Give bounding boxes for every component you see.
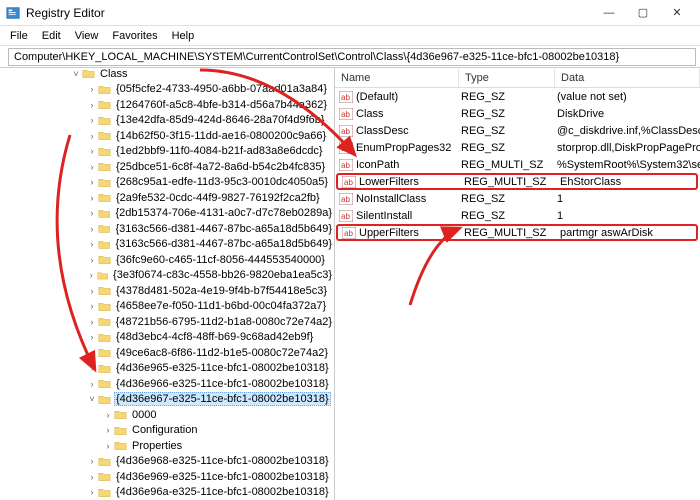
- tree-node[interactable]: ›{14b62f50-3f15-11dd-ae16-0800200c9a66}: [0, 128, 334, 144]
- svg-text:ab: ab: [341, 127, 350, 136]
- tree-node[interactable]: ›{4d36e96a-e325-11ce-bfc1-08002be10318}: [0, 485, 334, 500]
- svg-text:ab: ab: [341, 110, 350, 119]
- col-name[interactable]: Name: [335, 69, 459, 87]
- tree-node[interactable]: ›{48721b56-6795-11d2-b1a8-0080c72e74a2}: [0, 314, 334, 330]
- tree-node-selected[interactable]: ˅{4d36e967-e325-11ce-bfc1-08002be10318}: [0, 392, 334, 408]
- tree-node[interactable]: ›{48d3ebc4-4cf8-48ff-b69-9c68ad42eb9f}: [0, 330, 334, 346]
- menu-help[interactable]: Help: [166, 28, 201, 44]
- tree-node-class[interactable]: ˅Class: [0, 68, 334, 82]
- tree-node[interactable]: ›{05f5cfe2-4733-4950-a6bb-07aad01a3a84}: [0, 82, 334, 98]
- menu-favorites[interactable]: Favorites: [106, 28, 163, 44]
- value-row-classdesc[interactable]: abClassDescREG_SZ@c_diskdrive.inf,%Class…: [335, 122, 700, 139]
- tree-node[interactable]: ›{268c95a1-edfe-11d3-95c3-0010dc4050a5}: [0, 175, 334, 191]
- tree-node[interactable]: ›{1ed2bbf9-11f0-4084-b21f-ad83a8e6dcdc}: [0, 144, 334, 160]
- tree-node[interactable]: ›{3e3f0674-c83c-4558-bb26-9820eba1ea5c3}: [0, 268, 334, 284]
- window-title: Registry Editor: [26, 6, 592, 20]
- tree-node[interactable]: ›{1264760f-a5c8-4bfe-b314-d56a7b44a362}: [0, 97, 334, 113]
- tree-node[interactable]: ›{13e42dfa-85d9-424d-8646-28a70f4d9f6b}: [0, 113, 334, 129]
- address-input[interactable]: Computer\HKEY_LOCAL_MACHINE\SYSTEM\Curre…: [8, 48, 696, 66]
- tree-node[interactable]: ›{4d36e966-e325-11ce-bfc1-08002be10318}: [0, 376, 334, 392]
- tree-node[interactable]: ›{4378d481-502a-4e19-9f4b-b7f54418e5c3}: [0, 283, 334, 299]
- maximize-button[interactable]: ▢: [626, 2, 660, 24]
- tree-child[interactable]: ›Configuration: [0, 423, 334, 439]
- svg-text:ab: ab: [341, 161, 350, 170]
- value-row-enumproppages32[interactable]: abEnumPropPages32REG_SZstorprop.dll,Disk…: [335, 139, 700, 156]
- col-type[interactable]: Type: [459, 69, 555, 87]
- svg-text:ab: ab: [344, 178, 353, 187]
- svg-text:ab: ab: [341, 195, 350, 204]
- svg-text:ab: ab: [344, 229, 353, 238]
- menubar: File Edit View Favorites Help: [0, 26, 700, 46]
- regedit-icon: [6, 6, 20, 20]
- value-row-silentinstall[interactable]: abSilentInstallREG_SZ1: [335, 207, 700, 224]
- list-pane[interactable]: Name Type Data ab(Default)REG_SZ(value n…: [335, 68, 700, 500]
- menu-edit[interactable]: Edit: [36, 28, 67, 44]
- tree-child[interactable]: ›0000: [0, 407, 334, 423]
- svg-text:ab: ab: [341, 144, 350, 153]
- value-row-class[interactable]: abClassREG_SZDiskDrive: [335, 105, 700, 122]
- titlebar: Registry Editor — ▢ ✕: [0, 0, 700, 26]
- close-button[interactable]: ✕: [660, 2, 694, 24]
- tree-pane[interactable]: ˅Class›{05f5cfe2-4733-4950-a6bb-07aad01a…: [0, 68, 335, 500]
- tree-child[interactable]: ›Properties: [0, 438, 334, 454]
- menu-file[interactable]: File: [4, 28, 34, 44]
- tree-node[interactable]: ›{36fc9e60-c465-11cf-8056-444553540000}: [0, 252, 334, 268]
- tree-node[interactable]: ›{3163c566-d381-4467-87bc-a65a18d5b649}: [0, 221, 334, 237]
- main-pane: ˅Class›{05f5cfe2-4733-4950-a6bb-07aad01a…: [0, 68, 700, 500]
- value-row-default[interactable]: ab(Default)REG_SZ(value not set): [335, 88, 700, 105]
- tree-node[interactable]: ›{49ce6ac8-6f86-11d2-b1e5-0080c72e74a2}: [0, 345, 334, 361]
- value-row-upperfilters[interactable]: abUpperFiltersREG_MULTI_SZpartmgr aswArD…: [336, 224, 698, 241]
- col-data[interactable]: Data: [555, 69, 700, 87]
- minimize-button[interactable]: —: [592, 2, 626, 24]
- tree-node[interactable]: ›{25dbce51-6c8f-4a72-8a6d-b54c2b4fc835}: [0, 159, 334, 175]
- value-row-lowerfilters[interactable]: abLowerFiltersREG_MULTI_SZEhStorClass: [336, 173, 698, 190]
- value-row-noinstallclass[interactable]: abNoInstallClassREG_SZ1: [335, 190, 700, 207]
- address-bar: Computer\HKEY_LOCAL_MACHINE\SYSTEM\Curre…: [0, 46, 700, 68]
- svg-text:ab: ab: [341, 212, 350, 221]
- svg-text:ab: ab: [341, 93, 350, 102]
- tree-node[interactable]: ›{2a9fe532-0cdc-44f9-9827-76192f2ca2fb}: [0, 190, 334, 206]
- menu-view[interactable]: View: [69, 28, 105, 44]
- value-row-iconpath[interactable]: abIconPathREG_MULTI_SZ%SystemRoot%\Syste…: [335, 156, 700, 173]
- tree-node[interactable]: ›{4d36e969-e325-11ce-bfc1-08002be10318}: [0, 469, 334, 485]
- tree-node[interactable]: ›{4d36e968-e325-11ce-bfc1-08002be10318}: [0, 454, 334, 470]
- list-header: Name Type Data: [335, 68, 700, 88]
- tree-node[interactable]: ›{3163c566-d381-4467-87bc-a65a18d5b649}: [0, 237, 334, 253]
- tree-node[interactable]: ›{4d36e965-e325-11ce-bfc1-08002be10318}: [0, 361, 334, 377]
- tree-node[interactable]: ›{2db15374-706e-4131-a0c7-d7c78eb0289a}: [0, 206, 334, 222]
- tree-node[interactable]: ›{4658ee7e-f050-11d1-b6bd-00c04fa372a7}: [0, 299, 334, 315]
